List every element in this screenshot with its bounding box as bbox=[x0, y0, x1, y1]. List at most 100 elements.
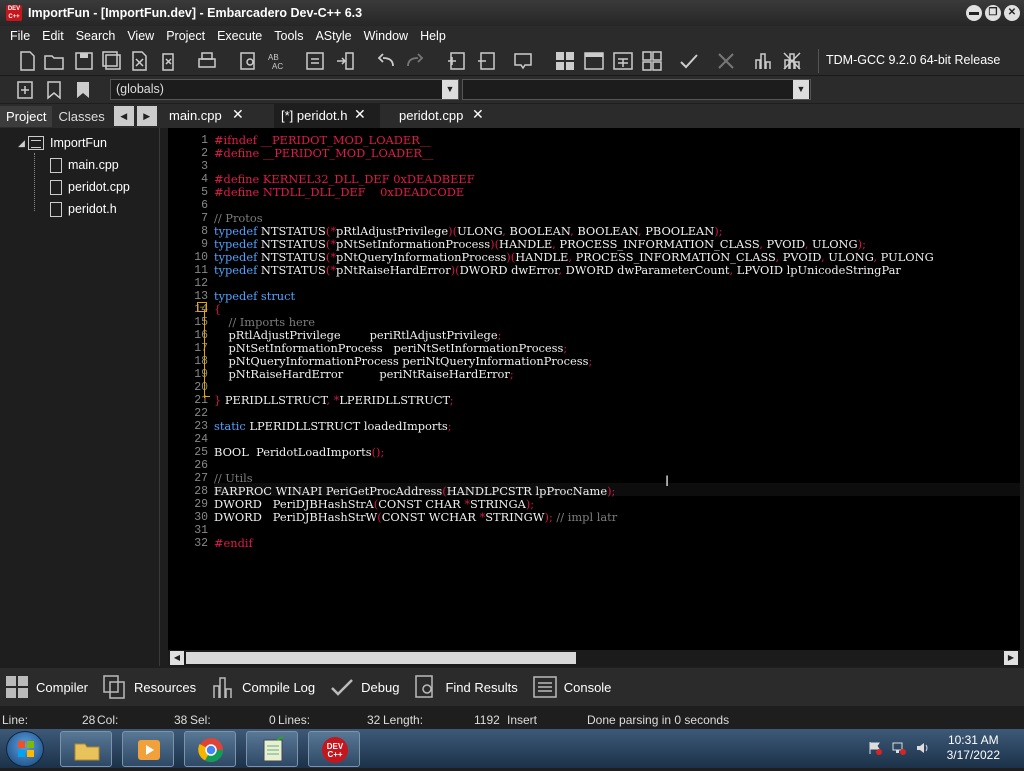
menu-edit[interactable]: Edit bbox=[36, 29, 70, 43]
tab-compile-log[interactable]: Compile Log bbox=[210, 674, 315, 700]
start-button[interactable] bbox=[6, 731, 44, 767]
tab-main-cpp[interactable]: main.cpp ✕ bbox=[162, 104, 272, 128]
status-message: Done parsing in 0 seconds bbox=[587, 713, 730, 727]
open-folder-icon[interactable] bbox=[43, 50, 65, 72]
volume-icon[interactable] bbox=[916, 741, 930, 755]
print-icon[interactable] bbox=[196, 50, 218, 72]
profile-icon[interactable] bbox=[752, 50, 774, 72]
tab-console[interactable]: Console bbox=[532, 674, 611, 700]
minimize-button[interactable]: ▬ bbox=[966, 5, 982, 21]
menu-search[interactable]: Search bbox=[70, 29, 122, 43]
close-icon[interactable]: ✕ bbox=[232, 106, 244, 123]
menu-help[interactable]: Help bbox=[414, 29, 452, 43]
code-line[interactable]: typedef NTSTATUS(*pNtRaiseHardError)(DWO… bbox=[214, 264, 901, 277]
network-icon[interactable] bbox=[892, 741, 906, 755]
menu-file[interactable]: File bbox=[4, 29, 36, 43]
delete-profiling-icon[interactable] bbox=[781, 50, 803, 72]
line-number: 28 bbox=[194, 485, 208, 498]
tree-file-peridot-cpp[interactable]: peridot.cpp bbox=[50, 177, 130, 197]
scroll-left-icon[interactable]: ◀ bbox=[170, 651, 184, 665]
taskbar-file-explorer[interactable] bbox=[60, 731, 112, 767]
code-line[interactable]: #define __PERIDOT_MOD_LOADER__ bbox=[214, 147, 433, 160]
new-file-icon[interactable] bbox=[16, 50, 38, 72]
tree-root-project[interactable]: ImportFun bbox=[28, 133, 107, 153]
menu-view[interactable]: View bbox=[121, 29, 160, 43]
menu-tools[interactable]: Tools bbox=[268, 29, 309, 43]
tab-peridot-cpp[interactable]: peridot.cpp ✕ bbox=[392, 104, 492, 128]
code-line[interactable]: #define NTDLL_DLL_DEF 0xDEADCODE bbox=[214, 186, 464, 199]
code-editor[interactable]: 1 2 3 4 5 6 7 8 9 10 11 12 13 14 15 16 17 18 19 20 21 22 23 24 2… bbox=[168, 128, 1020, 650]
redo-icon[interactable] bbox=[404, 50, 426, 72]
tab-find-results[interactable]: Find Results bbox=[413, 674, 518, 700]
find-icon[interactable] bbox=[238, 50, 260, 72]
close-button[interactable]: ✕ bbox=[1004, 5, 1020, 21]
save-all-icon[interactable] bbox=[101, 50, 123, 72]
scope-combo[interactable]: (globals) bbox=[110, 79, 459, 100]
close-file-icon[interactable] bbox=[129, 50, 151, 72]
close-all-icon[interactable] bbox=[157, 50, 179, 72]
fold-collapse-icon[interactable]: − bbox=[197, 302, 207, 312]
code-line[interactable]: pNtRaiseHardError periNtRaiseHardError; bbox=[214, 368, 513, 381]
close-icon[interactable]: ✕ bbox=[472, 106, 484, 123]
code-line[interactable]: #endif bbox=[214, 537, 253, 550]
insert-icon[interactable] bbox=[14, 79, 36, 101]
tab-classes[interactable]: Classes bbox=[52, 106, 110, 127]
fold-indicator bbox=[204, 310, 205, 398]
line-number: 18 bbox=[194, 355, 208, 368]
tab-compiler[interactable]: Compiler bbox=[4, 674, 88, 700]
taskbar-devcpp[interactable]: DEV C++ bbox=[308, 731, 360, 767]
save-icon[interactable] bbox=[73, 50, 95, 72]
compiler-select[interactable]: TDM-GCC 9.2.0 64-bit Release bbox=[818, 49, 1024, 73]
tab-resources[interactable]: Resources bbox=[102, 674, 196, 700]
scroll-right-icon[interactable]: ▶ bbox=[1004, 651, 1018, 665]
function-combo[interactable] bbox=[462, 79, 811, 100]
remove-project-icon[interactable] bbox=[476, 50, 498, 72]
taskbar-notepad[interactable] bbox=[246, 731, 298, 767]
menu-astyle[interactable]: AStyle bbox=[309, 29, 357, 43]
chevron-down-icon[interactable]: ▼ bbox=[793, 80, 809, 99]
chevron-down-icon[interactable]: ▼ bbox=[442, 80, 458, 99]
action-center-flag-icon[interactable] bbox=[868, 741, 882, 755]
unindent-icon[interactable] bbox=[334, 50, 356, 72]
compile-icon[interactable] bbox=[554, 50, 576, 72]
code-line[interactable]: } PERIDLLSTRUCT, *LPERIDLLSTRUCT; bbox=[214, 394, 454, 407]
indent-icon[interactable] bbox=[304, 50, 326, 72]
goto-bookmark-icon[interactable] bbox=[72, 79, 94, 101]
code-line[interactable]: static LPERIDLLSTRUCT loadedImports; bbox=[214, 420, 452, 433]
code-line[interactable]: BOOL PeridotLoadImports(); bbox=[214, 446, 384, 459]
line-number: 26 bbox=[194, 459, 208, 472]
scrollbar-thumb[interactable] bbox=[186, 652, 576, 664]
menu-window[interactable]: Window bbox=[358, 29, 414, 43]
tab-debug[interactable]: Debug bbox=[329, 674, 399, 700]
restore-button[interactable]: ❐ bbox=[985, 5, 1001, 21]
close-icon[interactable]: ✕ bbox=[354, 106, 366, 123]
replace-icon[interactable]: AB AC bbox=[266, 50, 288, 72]
collapse-arrow-icon[interactable]: ◢ bbox=[18, 138, 25, 149]
tab-peridot-h[interactable]: [*] peridot.h ✕ bbox=[274, 104, 380, 128]
compile-run-icon[interactable] bbox=[612, 50, 634, 72]
undo-icon[interactable] bbox=[375, 50, 397, 72]
taskbar-media-player[interactable] bbox=[122, 731, 174, 767]
new-project-icon[interactable] bbox=[446, 50, 468, 72]
menu-project[interactable]: Project bbox=[160, 29, 211, 43]
stop-execution-icon[interactable] bbox=[715, 50, 737, 72]
toggle-bookmark-icon[interactable] bbox=[43, 79, 65, 101]
options-icon[interactable] bbox=[512, 50, 534, 72]
menu-execute[interactable]: Execute bbox=[211, 29, 268, 43]
code-line[interactable]: typedef struct bbox=[214, 290, 295, 303]
chevron-right-icon[interactable]: ▶ bbox=[136, 106, 157, 126]
rebuild-all-icon[interactable] bbox=[641, 50, 663, 72]
tree-file-main-cpp[interactable]: main.cpp bbox=[50, 155, 119, 175]
tab-project[interactable]: Project bbox=[0, 105, 53, 127]
line-number: 32 bbox=[194, 537, 208, 550]
run-icon[interactable] bbox=[583, 50, 605, 72]
system-clock[interactable]: 10:31 AM 3/17/2022 bbox=[947, 733, 1000, 763]
check-syntax-icon[interactable] bbox=[678, 50, 700, 72]
tree-file-peridot-h[interactable]: peridot.h bbox=[50, 199, 117, 219]
code-token: // Imports here bbox=[214, 315, 315, 329]
code-line[interactable]: DWORD PeriDJBHashStrW(CONST WCHAR *STRIN… bbox=[214, 511, 617, 524]
taskbar-chrome[interactable] bbox=[184, 731, 236, 767]
code-token: ; bbox=[588, 354, 593, 368]
chevron-left-icon[interactable]: ◀ bbox=[113, 106, 134, 126]
code-area[interactable]: #ifndef __PERIDOT_MOD_LOADER__ #define __… bbox=[214, 128, 1020, 650]
